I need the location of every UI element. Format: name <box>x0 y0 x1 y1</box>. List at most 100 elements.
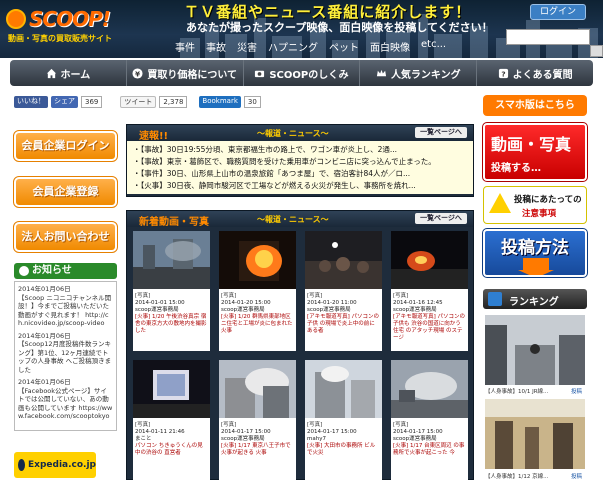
header-categories: 事件 事故 災害 ハプニング ペット 面白映像 etc... <box>175 39 446 54</box>
video-meta: [写真] 2014-01-17 15:00 scoop運営事務局 [火事] 1/… <box>391 421 468 458</box>
breaking-news-item[interactable]: ・【事故】30日19:55分頃、東京都福生市の路上で、ワゴン車が炎上し、2通..… <box>133 144 467 156</box>
facebook-share-button[interactable]: シェア <box>51 96 78 108</box>
ranking-more-link[interactable]: 投稿 <box>571 387 582 395</box>
nav-item-price[interactable]: ¥ 買取り価格について <box>127 60 244 86</box>
ranking-thumbnail[interactable] <box>485 399 585 469</box>
video-thumbnail <box>305 231 382 289</box>
logo-mark-icon <box>6 9 26 29</box>
video-card[interactable]: [写真] 2014-01-17 15:00 mahy7 [火事] 大田市の事務所… <box>305 360 382 480</box>
nav-item-system[interactable]: SCOOPのしくみ <box>244 60 361 86</box>
video-card[interactable]: [写真] 2014-01-16 12:45 scoop運営事務局 [アキモ報道写… <box>391 231 468 351</box>
expedia-label: Expedia.co.jp <box>28 460 96 470</box>
video-user: scoop運営事務局 <box>307 307 351 313</box>
video-type: [写真] <box>221 293 237 299</box>
nav-item-ranking[interactable]: 人気ランキング <box>360 60 478 86</box>
search-input[interactable] <box>506 29 590 45</box>
smartphone-version-button[interactable]: スマホ版はこちら <box>483 95 587 116</box>
video-meta: [写真] 2014-01-01 15:00 scoop運営事務局 [火事] 1/… <box>133 292 210 336</box>
video-meta: [写真] 2014-01-17 15:00 scoop運営事務局 [火事] 1/… <box>219 421 296 458</box>
video-user: まこと <box>135 436 152 442</box>
new-videos-title: 新着動画・写真 <box>139 217 209 228</box>
breaking-news-list: ・【事故】30日19:55分頃、東京都福生市の路上で、ワゴン車が炎上し、2通..… <box>127 141 473 194</box>
member-login-button[interactable]: 会員企業ログイン <box>13 130 118 162</box>
breaking-news-item[interactable]: ・【事件】30日、山形県上山市の温泉旅館「あつま屋」で、宿泊客計84人が／ロ..… <box>133 168 467 180</box>
notice-line-1: 投稿にあたっての <box>514 195 582 205</box>
expedia-ad[interactable]: Expedia.co.jp <box>14 452 96 478</box>
video-thumbnail <box>133 360 210 418</box>
video-thumbnail <box>391 231 468 289</box>
post-media-subtitle: 投稿する… <box>491 163 541 174</box>
video-date: 2014-01-16 12:45 <box>393 300 443 306</box>
video-thumbnail <box>305 360 382 418</box>
news-item[interactable]: 2014年01月06日 【Scoop ニコニコチャンネル開設！】今までご投稿いた… <box>18 285 113 328</box>
video-card[interactable]: [写真] 2014-01-20 11:00 scoop運営事務局 [アキモ報道写… <box>305 231 382 351</box>
svg-text:¥: ¥ <box>135 69 141 78</box>
news-text: 【Scoop ニコニコチャンネル開設！】今までご投稿いただいた動画がすぐ見れます… <box>18 293 112 328</box>
news-item[interactable]: 2014年01月06日 【Facebook公式ページ】サイトでは公開していない、… <box>18 378 113 421</box>
breaking-news-header: 速報!! ～報道・ニュース～ 一覧ページへ <box>127 125 473 142</box>
video-meta: [写真] 2014-01-11 21:46 まこと パソコン ちきゅうくんの見 … <box>133 421 210 458</box>
facebook-like-button[interactable]: いいね！ <box>14 96 48 108</box>
ranking-caption[interactable]: 【人身事故】1/12 京線... <box>485 472 548 480</box>
category-label: 災害 <box>237 43 257 54</box>
search-button[interactable] <box>590 45 603 57</box>
ranking-caption[interactable]: 【人身事故】10/1 JR線... <box>485 387 548 395</box>
news-item[interactable]: 2014年01月06日 【Scoop12月度投稿件数ランキング】第1位、12ヶ月… <box>18 332 113 375</box>
video-meta: [写真] 2014-01-20 15:00 scoop運営事務局 [火事] 1/… <box>219 292 296 336</box>
nav-item-home[interactable]: ホーム <box>10 60 127 86</box>
nav-item-faq[interactable]: ? よくある質問 <box>477 60 593 86</box>
video-type: [写真] <box>135 422 151 428</box>
home-icon <box>46 68 56 78</box>
video-card[interactable]: [写真] 2014-01-17 15:00 scoop運営事務局 [火事] 1/… <box>391 360 468 480</box>
hatena-bookmark-button[interactable]: Bookmark <box>199 96 241 108</box>
nav-item-label: 買取り価格について <box>147 69 238 81</box>
video-thumbnail <box>219 360 296 418</box>
login-button[interactable]: ログイン <box>530 4 586 20</box>
video-card[interactable]: [写真] 2014-01-01 15:00 scoop運営事務局 [火事] 1/… <box>133 231 210 351</box>
arrow-down-icon <box>518 258 554 275</box>
video-meta: [写真] 2014-01-16 12:45 scoop運営事務局 [アキモ報道写… <box>391 292 468 343</box>
how-to-post-button[interactable]: 投稿方法 <box>482 228 588 278</box>
page-root: SCOOP! 動画・写真の買取販売サイト ＴＶ番組やニュース番組に紹介します！ … <box>0 0 603 480</box>
video-title: [アキモ報道写真] パソコンの子供も 渋谷の国道に向かう住宅 のアタッチ現場 の… <box>393 314 466 341</box>
contact-button[interactable]: 法人お問い合わせ <box>13 221 118 253</box>
share-count: 369 <box>81 96 103 108</box>
video-type: [写真] <box>393 422 409 428</box>
news-date: 2014年01月06日 <box>18 331 71 340</box>
news-text: 【Scoop12月度投稿件数ランキング】第1位、12ヶ月連続でトップの人身事故 … <box>18 340 112 374</box>
breaking-news-item[interactable]: ・【火事】30日夜、静岡市駿河区で工場などが燃える火災が発生し、事務所を焼れ..… <box>133 180 467 192</box>
video-card[interactable]: [写真] 2014-01-20 15:00 scoop運営事務局 [火事] 1/… <box>219 231 296 351</box>
video-card[interactable]: [写真] 2014-01-17 15:00 scoop運営事務局 [火事] 1/… <box>219 360 296 480</box>
video-type: [写真] <box>307 293 323 299</box>
breaking-news-item[interactable]: ・【事故】東京・葛飾区で、職務質問を受けた乗用車がコンビニ店に突っ込んで止まった… <box>133 156 467 168</box>
ranking-more-link[interactable]: 投稿 <box>571 472 582 480</box>
ranking-thumbnail[interactable] <box>485 315 585 385</box>
video-meta: [写真] 2014-01-20 11:00 scoop運営事務局 [アキモ報道写… <box>305 292 382 336</box>
ranking-heading: ランキング <box>483 289 587 309</box>
tweet-button[interactable]: ツイート <box>120 96 157 108</box>
video-title: [火事] 1/17 東京八王子市で火事が起きる 火事 <box>221 443 291 456</box>
category-label: ペット <box>329 43 359 54</box>
crown-icon <box>376 69 387 76</box>
category-label: etc... <box>421 39 447 50</box>
video-date: 2014-01-20 15:00 <box>221 300 271 306</box>
video-date: 2014-01-01 15:00 <box>135 300 185 306</box>
breaking-news-more-button[interactable]: 一覧ページへ <box>415 127 467 138</box>
breaking-news-subtitle: ～報道・ニュース～ <box>257 129 329 138</box>
notice-line-2: 注意事項 <box>522 209 557 219</box>
member-register-button[interactable]: 会員企業登録 <box>13 176 118 208</box>
video-thumbnail <box>391 360 468 418</box>
video-user: scoop運営事務局 <box>221 307 265 313</box>
post-media-button[interactable]: 動画・写真 投稿する… <box>482 122 588 182</box>
video-date: 2014-01-17 15:00 <box>221 429 271 435</box>
question-icon: ? <box>498 68 508 78</box>
category-label: 事故 <box>206 43 226 54</box>
video-user: mahy7 <box>307 436 326 442</box>
video-date: 2014-01-11 21:46 <box>135 429 185 435</box>
posting-notice-button[interactable]: 投稿にあたっての 注意事項 <box>483 186 587 224</box>
video-card[interactable]: [写真] 2014-01-11 21:46 まこと パソコン ちきゅうくんの見 … <box>133 360 210 480</box>
video-type: [写真] <box>307 422 323 428</box>
site-logo[interactable]: SCOOP! <box>6 6 111 32</box>
video-thumbnail <box>219 231 296 289</box>
new-videos-more-button[interactable]: 一覧ページへ <box>415 213 467 224</box>
